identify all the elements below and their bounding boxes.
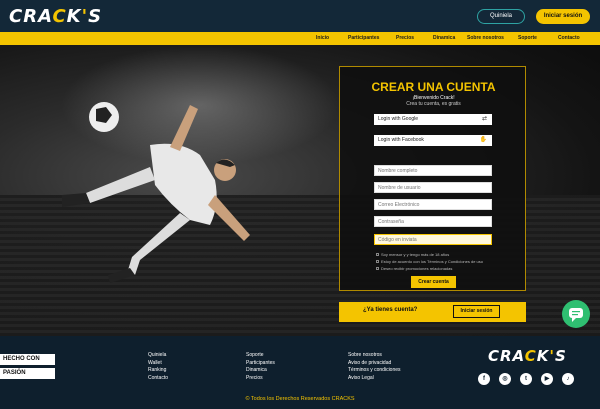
facebook-icon[interactable]: f (478, 373, 490, 385)
nav-dinamica[interactable]: Dinamica (433, 35, 455, 41)
facebook-icon: ✋ (479, 137, 487, 143)
nav-soporte[interactable]: Soporte (518, 35, 537, 41)
footer-logo[interactable]: CRACK'S (488, 347, 567, 365)
facebook-login-label: Login with Facebook (378, 137, 424, 143)
footer-link[interactable]: Participantes (246, 360, 275, 368)
have-account-bar: ¿Ya tienes cuenta? Iniciar sesión (339, 302, 526, 322)
footer-link[interactable]: Ranking (148, 367, 168, 375)
top-bar: CRACK'S Quiniela Iniciar sesión (0, 0, 600, 32)
facebook-login-button[interactable]: Login with Facebook ✋ (374, 135, 492, 146)
footer: HECHO CON PASIÓN Quiniela Wallet Ranking… (0, 336, 600, 409)
password-field[interactable] (374, 216, 492, 227)
youtube-icon[interactable]: ▶ (541, 373, 553, 385)
page: CRACK'S Quiniela Iniciar sesión Inicio P… (0, 0, 600, 409)
create-account-button[interactable]: Crear cuenta (411, 276, 456, 288)
have-account-login-button[interactable]: Iniciar sesión (453, 305, 500, 318)
nav-sobre-nosotros[interactable]: Sobre nosotros (467, 35, 504, 41)
footer-link[interactable]: Quiniela (148, 352, 168, 360)
have-account-text: ¿Ya tienes cuenta? (363, 307, 418, 313)
nav-inicio[interactable]: Inicio (316, 35, 329, 41)
terms-check[interactable]: Estoy de acuerdo con los Términos y Cond… (376, 259, 483, 264)
age-check[interactable]: Soy mensor y y tengo más de 18 años (376, 252, 449, 257)
google-login-button[interactable]: Login with Google ⇄ (374, 114, 492, 125)
footer-link[interactable]: Aviso de privacidad (348, 360, 401, 368)
google-icon: ⇄ (481, 116, 487, 122)
twitter-icon[interactable]: t (520, 373, 532, 385)
footer-link[interactable]: Wallet (148, 360, 168, 368)
footer-col-1: Quiniela Wallet Ranking Contacto (148, 352, 168, 382)
copyright-text: © Todos los Derechos Reservados CRACKS (245, 396, 355, 402)
footer-badge-hecho: HECHO CON (0, 354, 55, 365)
nav-precios[interactable]: Precios (396, 35, 414, 41)
main-nav: Inicio Participantes Precios Dinamica So… (0, 32, 600, 45)
nav-participantes[interactable]: Participantes (348, 35, 379, 41)
promo-checkbox[interactable] (376, 267, 379, 271)
player-image (62, 102, 250, 283)
footer-link[interactable]: Sobre nosotros (348, 352, 401, 360)
footer-link[interactable]: Contacto (148, 375, 168, 383)
footer-link[interactable]: Precios (246, 375, 275, 383)
google-login-label: Login with Google (378, 116, 419, 122)
promo-check[interactable]: Deseo recibir promociones relacionadas (376, 266, 452, 271)
tiktok-icon[interactable]: ♪ (562, 373, 574, 385)
terms-checkbox[interactable] (376, 260, 379, 264)
age-checkbox[interactable] (376, 253, 379, 257)
footer-link[interactable]: Dinamica (246, 367, 275, 375)
chat-icon (569, 308, 583, 322)
footer-badge-pasion: PASIÓN (0, 368, 55, 379)
quiniela-button[interactable]: Quiniela (477, 9, 525, 24)
invite-code-field[interactable] (374, 234, 492, 245)
login-button[interactable]: Iniciar sesión (536, 9, 590, 24)
signup-card: CREAR UNA CUENTA ¡Bienvenido Crack! Crea… (339, 66, 526, 291)
signup-title: CREAR UNA CUENTA (371, 80, 496, 94)
promo-check-label: Deseo recibir promociones relacionadas (381, 266, 453, 271)
footer-link[interactable]: Aviso Legal (348, 375, 401, 383)
footer-link[interactable]: Soporte (246, 352, 275, 360)
username-field[interactable] (374, 182, 492, 193)
footer-link[interactable]: Términos y condiciones (348, 367, 401, 375)
signup-subtitle: Crea tu cuenta, es gratis (406, 101, 461, 107)
nav-contacto[interactable]: Contacto (558, 35, 580, 41)
age-check-label: Soy mensor y y tengo más de 18 años (381, 252, 450, 257)
terms-check-label: Estoy de acuerdo con los Términos y Cond… (381, 259, 483, 264)
name-field[interactable] (374, 165, 492, 176)
footer-col-2: Soporte Participantes Dinamica Precios (246, 352, 275, 382)
footer-col-3: Sobre nosotros Aviso de privacidad Térmi… (348, 352, 401, 382)
site-logo[interactable]: CRACK'S (9, 6, 102, 27)
chat-button[interactable] (562, 300, 590, 328)
email-field[interactable] (374, 199, 492, 210)
instagram-icon[interactable]: ◎ (499, 373, 511, 385)
